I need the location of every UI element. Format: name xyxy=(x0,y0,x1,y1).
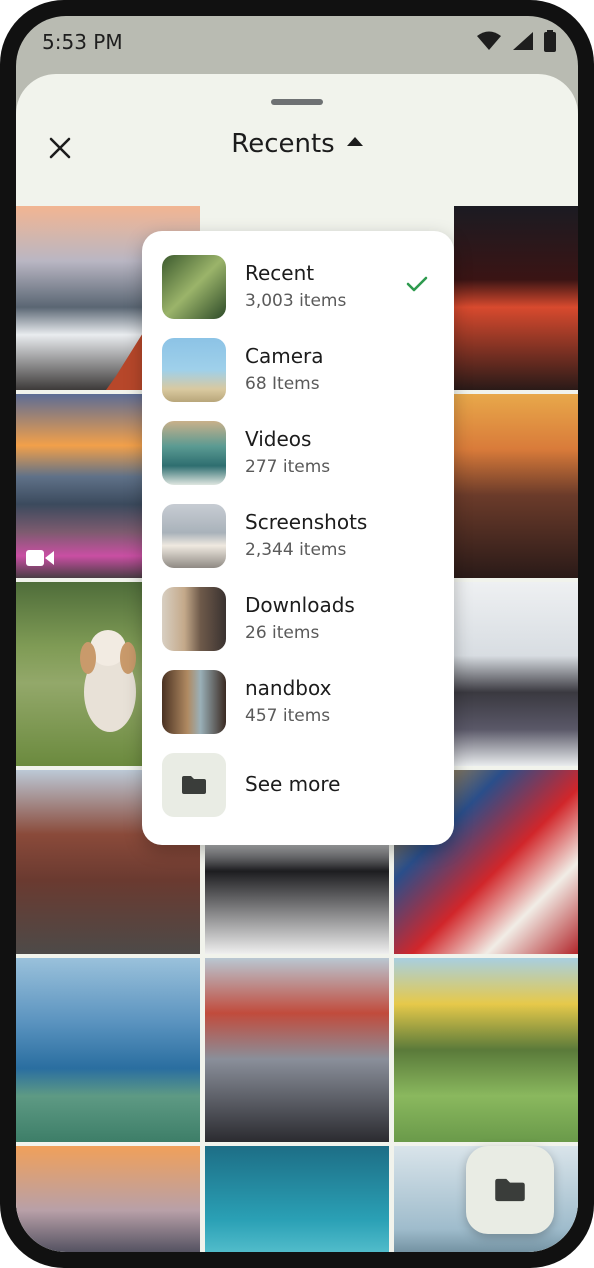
browse-folders-button[interactable] xyxy=(466,1146,554,1234)
album-count: 2,344 items xyxy=(245,540,347,560)
folder-icon xyxy=(182,776,206,794)
wifi-icon xyxy=(477,31,501,50)
album-thumb xyxy=(162,255,226,319)
album-count: 3,003 items xyxy=(245,291,347,311)
album-name: nandbox xyxy=(245,676,332,700)
album-name: Camera xyxy=(245,344,324,368)
drag-handle[interactable] xyxy=(271,99,323,105)
check-icon xyxy=(406,276,428,292)
album-item-downloads[interactable]: Downloads 26 items xyxy=(162,587,452,651)
album-thumb xyxy=(162,338,226,402)
photo-carousel-woman[interactable] xyxy=(454,394,578,578)
album-count: 457 items xyxy=(245,706,331,726)
see-more-button[interactable]: See more xyxy=(162,753,452,817)
see-more-thumb xyxy=(162,753,226,817)
album-item-camera[interactable]: Camera 68 Items xyxy=(162,338,452,402)
album-item-videos[interactable]: Videos 277 items xyxy=(162,421,452,485)
album-name: Downloads xyxy=(245,593,355,617)
photo-city-skyline[interactable] xyxy=(16,1146,200,1252)
photo-turquoise-water[interactable] xyxy=(205,1146,389,1252)
album-name: Screenshots xyxy=(245,510,368,534)
album-thumb xyxy=(162,670,226,734)
album-title: Recents xyxy=(231,129,335,159)
album-count: 277 items xyxy=(245,457,331,477)
photo-night-street[interactable] xyxy=(454,206,578,390)
battery-icon xyxy=(544,30,556,52)
photo-picker-sheet: Recents Recent 3,003 items Camera 68 Ite… xyxy=(16,74,578,1252)
album-thumb xyxy=(162,587,226,651)
album-thumb xyxy=(162,421,226,485)
caret-up-icon xyxy=(346,137,363,146)
status-bar: 5:53 PM xyxy=(16,16,578,72)
album-dropdown[interactable]: Recents xyxy=(16,129,578,159)
folder-icon xyxy=(495,1178,525,1202)
see-more-label: See more xyxy=(245,772,341,796)
album-name: Videos xyxy=(245,427,312,451)
photo-snow-person[interactable] xyxy=(454,582,578,766)
album-menu: Recent 3,003 items Camera 68 Items Video… xyxy=(142,231,454,845)
photo-boats-sea[interactable] xyxy=(16,958,200,1142)
album-count: 26 items xyxy=(245,623,320,643)
album-count: 68 Items xyxy=(245,374,320,394)
status-time: 5:53 PM xyxy=(42,30,123,54)
photo-palm-tree[interactable] xyxy=(394,958,578,1142)
album-item-nandbox[interactable]: nandbox 457 items xyxy=(162,670,452,734)
screen: 5:53 PM Recents Recent 3,003 items Camer… xyxy=(16,16,578,1252)
signal-icon xyxy=(513,32,533,50)
album-name: Recent xyxy=(245,261,315,285)
video-badge-icon xyxy=(26,550,54,566)
album-thumb xyxy=(162,504,226,568)
album-item-recent[interactable]: Recent 3,003 items xyxy=(162,255,452,319)
photo-city-crowd[interactable] xyxy=(205,958,389,1142)
album-item-screenshots[interactable]: Screenshots 2,344 items xyxy=(162,504,452,568)
phone-frame: 5:53 PM Recents Recent 3,003 items Camer… xyxy=(0,0,594,1268)
